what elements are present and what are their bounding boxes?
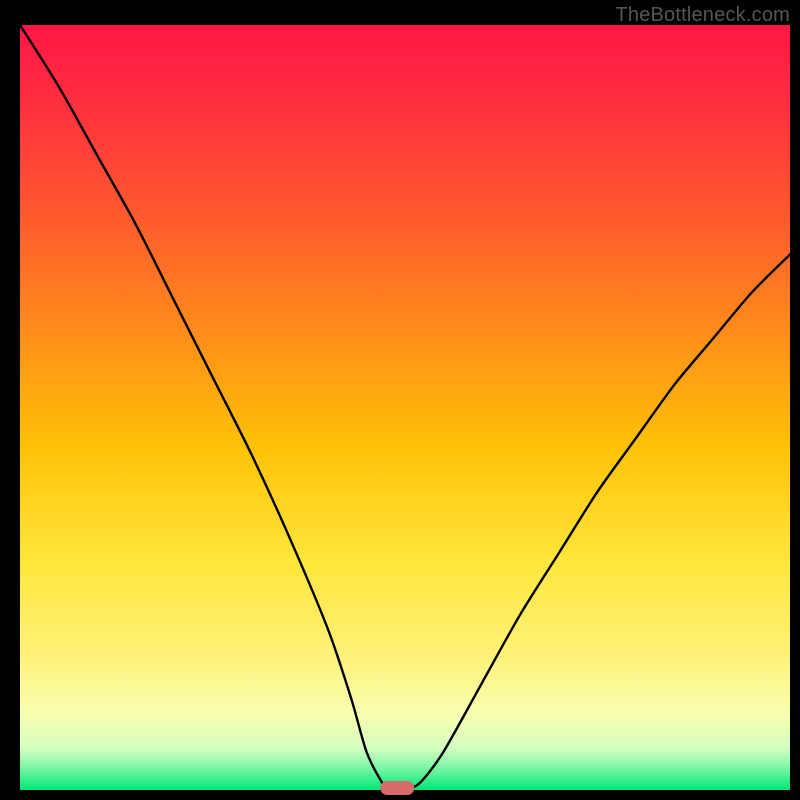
chart-svg <box>0 0 800 800</box>
chart-plot-bg <box>20 25 790 790</box>
optimal-marker <box>380 781 414 795</box>
bottleneck-chart: TheBottleneck.com <box>0 0 800 800</box>
watermark-text: TheBottleneck.com <box>615 4 790 27</box>
